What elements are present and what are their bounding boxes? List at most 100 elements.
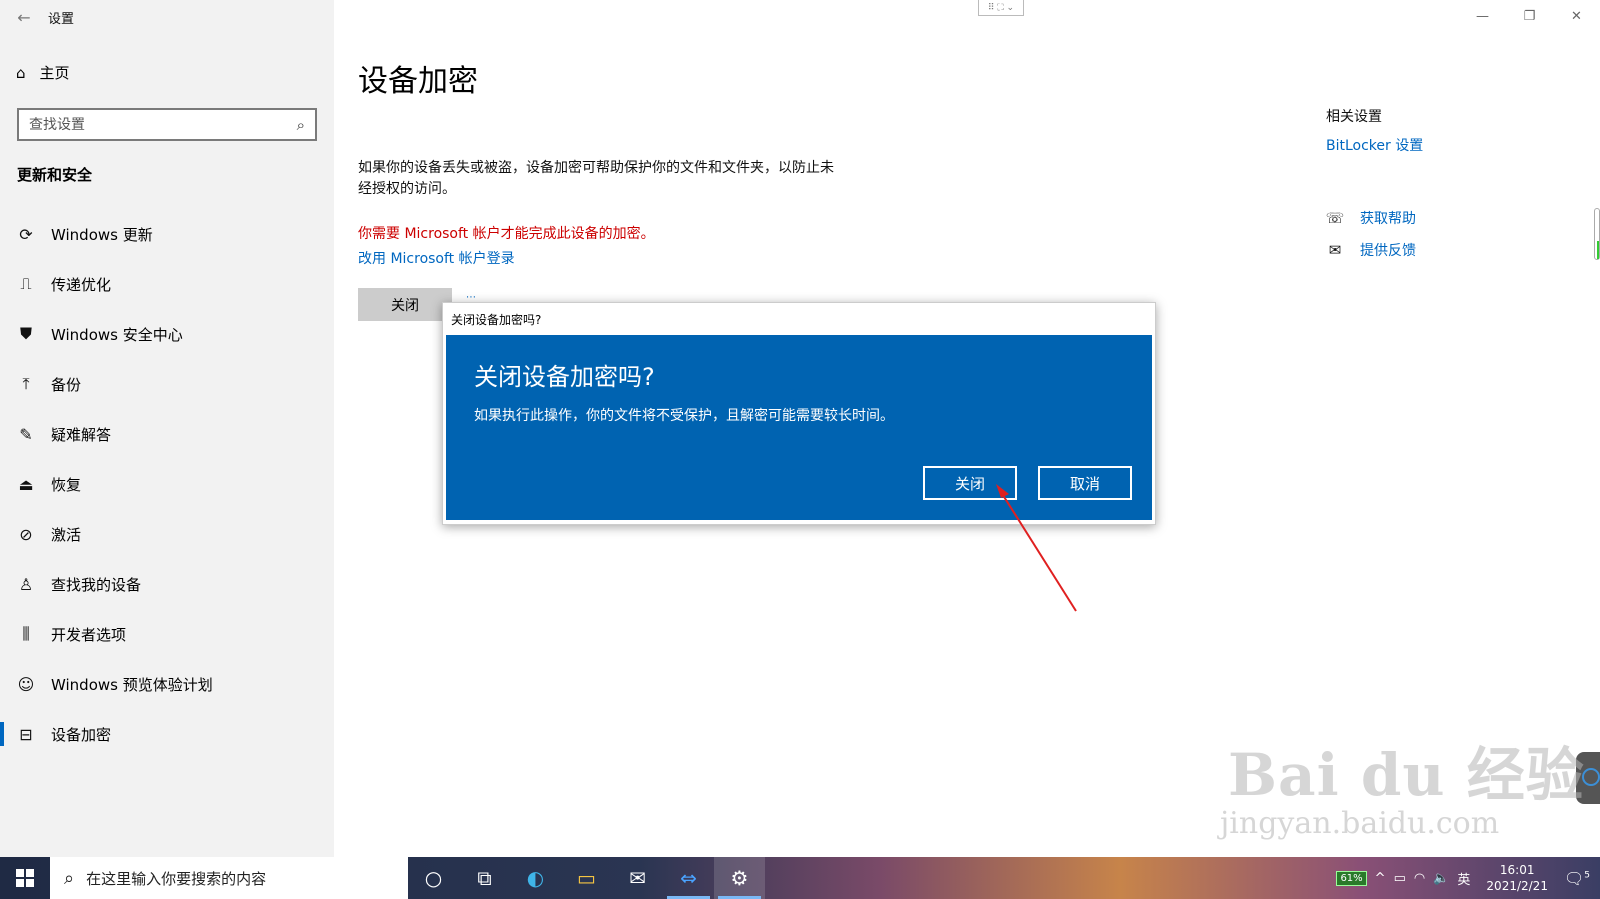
dialog-confirm-button[interactable]: 关闭 [923,466,1017,500]
insider-cat-icon: ☺ [17,674,35,694]
watermark-logo: Bai du 经验 [1228,741,1585,809]
sidebar-item-label: 恢复 [51,475,82,494]
sidebar-item-label: Windows 安全中心 [51,325,183,344]
delivery-icon: ⎍ [20,274,32,293]
related-settings: 相关设置 BitLocker 设置 [1326,106,1423,155]
maximize-icon[interactable]: ❐ [1506,0,1553,32]
clock-date: 2021/2/21 [1486,879,1548,893]
check-circle-icon: ⊘ [19,524,33,544]
sidebar-item-find-my-device[interactable]: ♙ 查找我的设备 [0,559,334,609]
dialog-message: 如果执行此操作，你的文件将不受保护，且解密可能需要较长时间。 [474,408,894,424]
description: 如果你的设备丢失或被盗，设备加密可帮助保护你的文件和文件夹，以防止未经授权的访问… [358,160,834,197]
sidebar-item-label: 查找我的设备 [51,575,142,594]
scrollbar[interactable] [1594,208,1600,260]
taskbar: ⌕ 在这里输入你要搜索的内容 ○ ⧉ ◐ ▭ ✉ ⇔ ⚙ 61% ^ ▭ ◠ 🔈… [0,857,1600,899]
sidebar-nav: ⟳ Windows 更新 ⎍ 传递优化 ⛊ Windows 安全中心 ⤒ 备份 … [0,209,334,759]
sidebar-item-troubleshoot[interactable]: ✎ 疑难解答 [0,409,334,459]
sidebar-item-recovery[interactable]: ⏏ 恢复 [0,459,334,509]
sidebar-item-home[interactable]: ⌂ 主页 [16,62,70,83]
search-icon[interactable]: ⌕ [297,116,305,134]
dialog-heading: 关闭设备加密吗? [474,363,655,391]
system-tray: 61% ^ ▭ ◠ 🔈 英 16:01 2021/2/21 🗨5 [1336,857,1600,899]
app-title: 设置 [48,11,75,27]
dialog-titlebar: 关闭设备加密吗? [451,312,542,327]
account-warning: 你需要 Microsoft 帐户才能完成此设备的加密。 [358,226,655,242]
taskbar-apps: ○ ⧉ ◐ ▭ ✉ ⇔ ⚙ [408,857,765,899]
feedback-icon: ✉ [1328,241,1342,259]
get-help-link[interactable]: ☏ 获取帮助 [1326,202,1416,234]
microsoft-account-link[interactable]: 改用 Microsoft 帐户登录 [358,248,515,268]
wrench-icon: ✎ [19,424,33,444]
page-title: 设备加密 [358,64,478,99]
person-pin-icon: ♙ [18,574,34,594]
clock-time: 16:01 [1499,863,1535,877]
section-title: 更新和安全 [17,166,93,184]
sidebar-item-device-encryption[interactable]: ⊟ 设备加密 [0,709,334,759]
backup-icon: ⤒ [22,374,30,393]
sidebar-item-label: 设备加密 [51,725,112,744]
sidebar-item-label: Windows 更新 [51,225,153,244]
notification-glyph: 🗨 [1563,868,1585,888]
turn-off-button[interactable]: 关闭 [358,288,452,321]
window-controls: — ❐ ✕ [1459,0,1600,32]
windows-logo-icon [16,869,34,887]
sidebar-item-activation[interactable]: ⊘ 激活 [0,509,334,559]
bitlocker-settings-link[interactable]: BitLocker 设置 [1326,135,1423,155]
chevron-up-icon[interactable]: ^ [1375,871,1386,886]
taskbar-search[interactable]: ⌕ 在这里输入你要搜索的内容 [50,857,408,899]
sidebar-item-delivery-optimization[interactable]: ⎍ 传递优化 [0,259,334,309]
file-explorer-icon[interactable]: ▭ [561,857,612,899]
clock[interactable]: 16:01 2021/2/21 [1486,862,1548,894]
sidebar-item-windows-insider[interactable]: ☺ Windows 预览体验计划 [0,659,334,709]
help-label: 提供反馈 [1360,243,1416,259]
close-icon[interactable]: ✕ [1553,0,1600,32]
cortana-icon[interactable]: ○ [408,857,459,899]
search-box: ⌕ [17,108,317,141]
top-indicator[interactable]: ⠿ ⛶ ⌄ [978,0,1024,16]
back-arrow-icon[interactable]: ← [0,0,48,34]
sidebar-item-backup[interactable]: ⤒ 备份 [0,359,334,409]
notification-count: 5 [1584,870,1590,881]
minimize-icon[interactable]: — [1459,0,1506,32]
battery-icon[interactable]: ▭ [1394,871,1406,886]
settings-gear-icon[interactable]: ⚙ [714,857,765,899]
baidu-watermark: Bai du 经验 jingyan.baidu.com [1220,728,1585,841]
dialog-body: 关闭设备加密吗? 如果执行此操作，你的文件将不受保护，且解密可能需要较长时间。 … [446,335,1152,520]
start-button[interactable] [0,857,50,899]
teamviewer-icon[interactable]: ⇔ [663,857,714,899]
sidebar: ← 设置 ⌂ 主页 ⌕ 更新和安全 ⟳ Windows 更新 ⎍ 传递优化 ⛊ … [0,0,334,857]
settings-window: ← 设置 ⌂ 主页 ⌕ 更新和安全 ⟳ Windows 更新 ⎍ 传递优化 ⛊ … [0,0,1600,899]
developer-icon: ⫼ [22,624,30,643]
encryption-icon: ⊟ [19,724,33,744]
battery-percent-badge[interactable]: 61% [1336,870,1367,886]
sidebar-item-label: 传递优化 [51,275,112,294]
search-icon: ⌕ [64,867,75,889]
wifi-icon[interactable]: ◠ [1414,871,1425,886]
confirm-dialog: 关闭设备加密吗? 关闭设备加密吗? 如果执行此操作，你的文件将不受保护，且解密可… [442,302,1156,525]
help-label: 获取帮助 [1360,211,1416,227]
related-settings-title: 相关设置 [1326,109,1382,125]
shield-icon: ⛊ [19,324,32,343]
sidebar-item-label: 开发者选项 [51,625,127,644]
ime-indicator[interactable]: 英 [1457,869,1470,888]
sidebar-item-developer-options[interactable]: ⫼ 开发者选项 [0,609,334,659]
recovery-icon: ⏏ [18,474,34,494]
volume-icon[interactable]: 🔈 [1433,871,1449,886]
sidebar-item-windows-security[interactable]: ⛊ Windows 安全中心 [0,309,334,359]
home-icon: ⌂ [16,63,26,82]
give-feedback-link[interactable]: ✉ 提供反馈 [1326,234,1416,266]
edge-icon[interactable]: ◐ [510,857,561,899]
taskbar-search-placeholder: 在这里输入你要搜索的内容 [86,869,267,888]
notification-center-icon[interactable]: 🗨5 [1564,869,1590,888]
search-input[interactable] [29,116,269,133]
home-label: 主页 [39,64,70,82]
title-bar: ← 设置 [0,0,334,34]
sidebar-item-label: 激活 [51,525,82,544]
mail-icon[interactable]: ✉ [612,857,663,899]
dialog-cancel-button[interactable]: 取消 [1038,466,1132,500]
help-links: ☏ 获取帮助 ✉ 提供反馈 [1326,202,1416,266]
sidebar-item-windows-update[interactable]: ⟳ Windows 更新 [0,209,334,259]
task-view-icon[interactable]: ⧉ [459,857,510,899]
chat-help-icon: ☏ [1325,209,1345,227]
sidebar-item-label: 疑难解答 [51,425,112,444]
